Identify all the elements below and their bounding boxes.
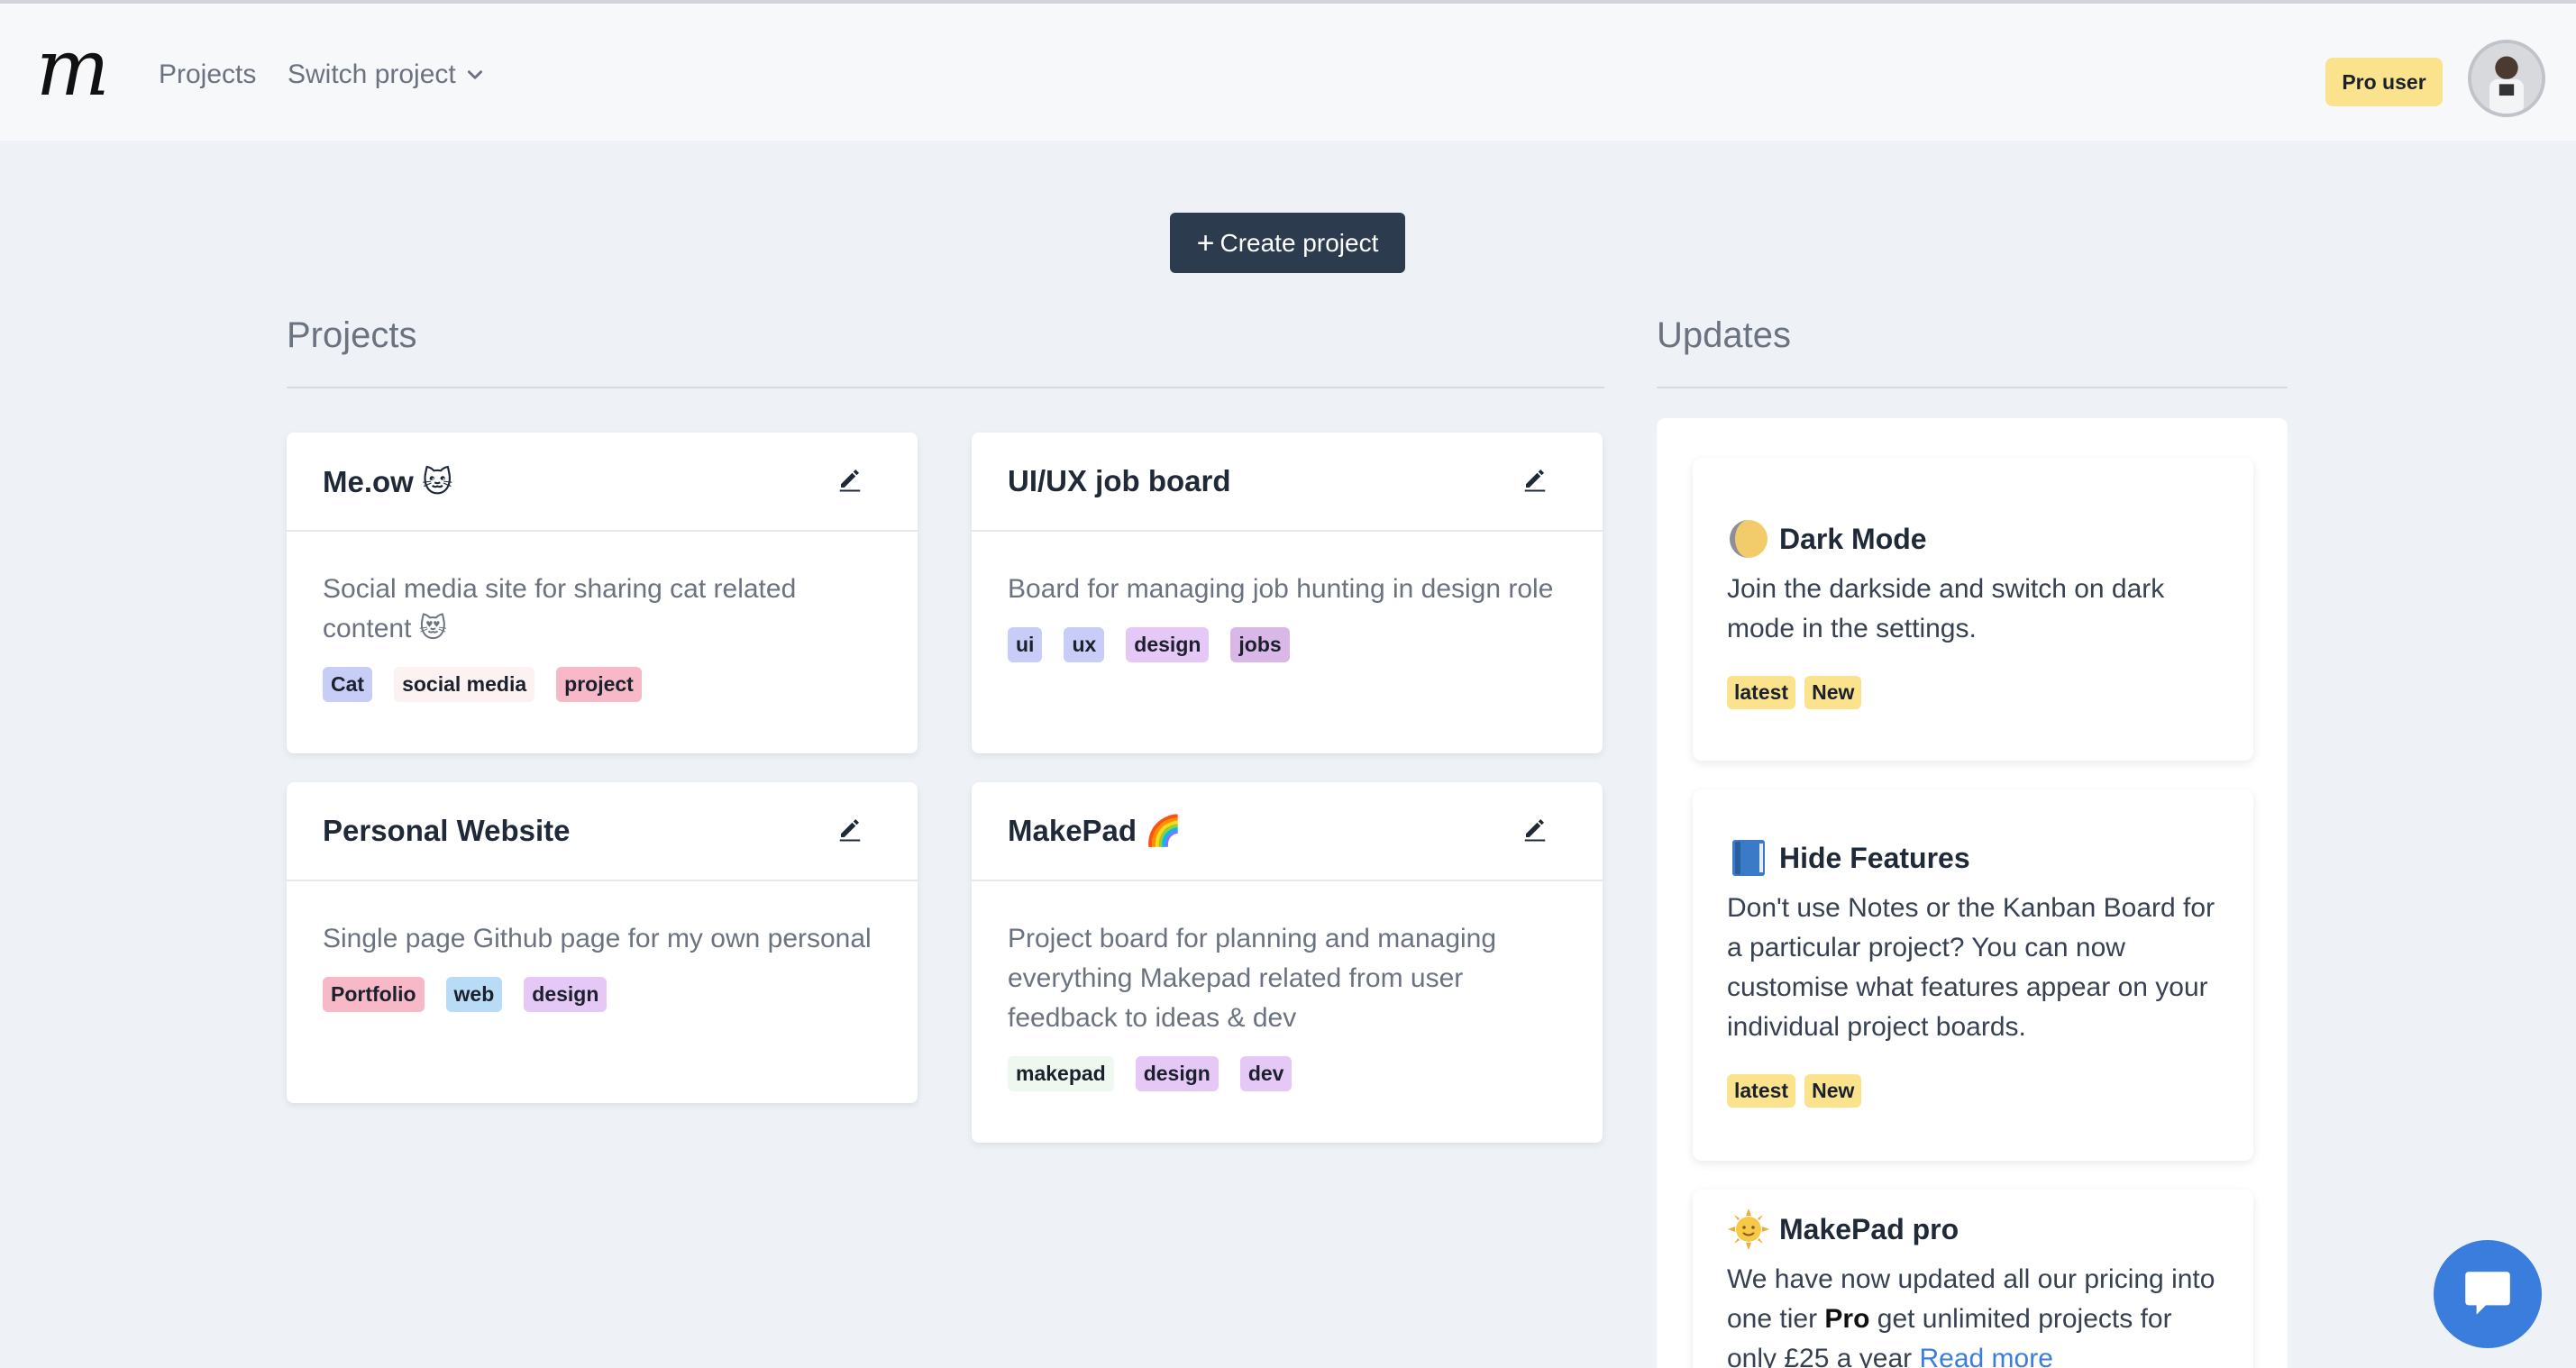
project-card-makepad[interactable]: MakePad 🌈 Project board for planning and… <box>972 782 1603 1143</box>
tag[interactable]: design <box>1135 1056 1219 1091</box>
sun-icon <box>1728 1208 1769 1250</box>
project-tags: Cat social media project <box>323 667 882 702</box>
update-card-hide-features: Hide Features Don't use Notes or the Kan… <box>1693 789 2253 1161</box>
tag[interactable]: web <box>445 977 503 1012</box>
project-description: Social media site for sharing cat relate… <box>323 574 797 643</box>
project-title[interactable]: MakePad 🌈 <box>1008 814 1182 849</box>
updates-heading: Updates <box>1657 315 1791 355</box>
update-tags: latest New <box>1727 676 2219 709</box>
update-title-text: Dark Mode <box>1779 522 1927 555</box>
update-title-text: MakePad pro <box>1779 1212 1959 1245</box>
tag[interactable]: dev <box>1239 1056 1293 1091</box>
project-card-job-board[interactable]: UI/UX job board Board for managing job h… <box>972 433 1603 753</box>
tag[interactable]: design <box>524 977 607 1012</box>
project-title[interactable]: UI/UX job board <box>1008 464 1231 498</box>
project-tags: Portfolio web design <box>323 977 882 1012</box>
app-logo[interactable]: m <box>36 30 112 107</box>
plus-icon: + <box>1196 225 1215 260</box>
chat-bubble-icon <box>2465 1272 2510 1315</box>
card-header: MakePad 🌈 <box>972 782 1603 881</box>
tag[interactable]: ui <box>1008 627 1043 662</box>
update-title-text: Hide Features <box>1779 841 1970 874</box>
top-navbar: m Projects Switch project Pro user <box>0 4 2576 141</box>
tag[interactable]: Cat <box>323 667 373 702</box>
create-project-label: Create project <box>1219 228 1379 257</box>
update-card-dark-mode: Dark Mode Join the darkside and switch o… <box>1693 458 2253 761</box>
project-title[interactable]: Me.ow 🐱 <box>323 464 452 499</box>
tag[interactable]: design <box>1126 627 1210 662</box>
user-avatar[interactable] <box>2468 40 2545 117</box>
tag[interactable]: project <box>556 667 642 702</box>
edit-pencil-icon[interactable] <box>836 815 863 842</box>
card-header: Me.ow 🐱 <box>287 433 918 532</box>
edit-pencil-icon[interactable] <box>1521 465 1548 492</box>
tag[interactable]: makepad <box>1008 1056 1114 1091</box>
project-tags: makepad design dev <box>1008 1056 1567 1091</box>
pro-emphasis: Pro <box>1824 1304 1870 1334</box>
moon-icon <box>1730 520 1768 558</box>
read-more-link[interactable]: Read more <box>1919 1344 2052 1368</box>
tag[interactable]: ux <box>1064 627 1105 662</box>
tag[interactable]: social media <box>394 667 535 702</box>
project-description: Single page Github page for my own perso… <box>323 924 872 953</box>
project-title[interactable]: Personal Website <box>323 814 571 848</box>
nav-projects-link[interactable]: Projects <box>159 59 256 90</box>
project-description: Project board for planning and managing … <box>1008 924 1497 1033</box>
new-tag: New <box>1804 1074 1862 1108</box>
edit-pencil-icon[interactable] <box>1521 815 1548 842</box>
projects-divider <box>287 387 1604 388</box>
pro-user-badge: Pro user <box>2325 58 2443 106</box>
card-header: UI/UX job board <box>972 433 1603 532</box>
projects-heading: Projects <box>287 315 417 355</box>
project-tags: ui ux design jobs <box>1008 627 1567 662</box>
switch-project-label: Switch project <box>288 59 456 89</box>
update-card-makepad-pro: MakePad pro We have now updated all our … <box>1693 1190 2253 1368</box>
project-card-meow[interactable]: Me.ow 🐱 Social media site for sharing ca… <box>287 433 918 753</box>
chat-support-button[interactable] <box>2434 1240 2542 1348</box>
update-title: MakePad pro <box>1727 1208 2219 1251</box>
create-project-button[interactable]: + Create project <box>1170 213 1405 273</box>
update-tags: latest New <box>1727 1074 2219 1108</box>
update-title: Hide Features <box>1727 836 2219 880</box>
updates-divider <box>1657 387 2288 388</box>
update-text: We have now updated all our pricing into… <box>1727 1260 2219 1368</box>
chevron-down-icon <box>467 70 482 79</box>
project-description: Board for managing job hunting in design… <box>1008 574 1554 604</box>
tag[interactable]: Portfolio <box>323 977 425 1012</box>
update-text: Join the darkside and switch on dark mod… <box>1727 574 2165 643</box>
edit-pencil-icon[interactable] <box>836 465 863 492</box>
update-text: Don't use Notes or the Kanban Board for … <box>1727 893 2215 1042</box>
latest-tag: latest <box>1727 1074 1796 1108</box>
book-icon <box>1732 840 1765 876</box>
update-title: Dark Mode <box>1727 517 2219 561</box>
new-tag: New <box>1804 676 1862 709</box>
card-header: Personal Website <box>287 782 918 881</box>
switch-project-dropdown[interactable]: Switch project <box>288 59 485 90</box>
latest-tag: latest <box>1727 676 1796 709</box>
tag[interactable]: jobs <box>1230 627 1290 662</box>
project-card-personal-website[interactable]: Personal Website Single page Github page… <box>287 782 918 1103</box>
